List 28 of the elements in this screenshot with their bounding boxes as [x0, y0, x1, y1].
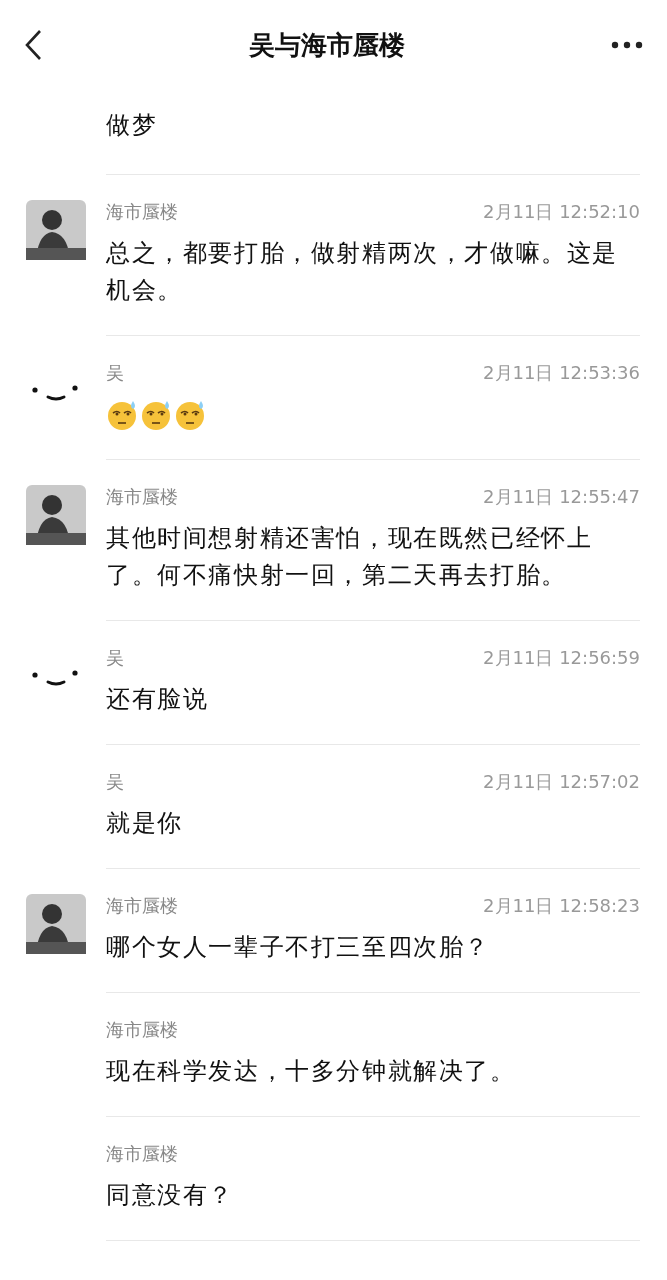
sender-name: 海市蜃楼: [106, 894, 178, 918]
message-text: 现在科学发达，十多分钟就解决了。: [106, 1056, 517, 1087]
message-text: 做梦: [106, 110, 159, 141]
message-text: 就是你: [106, 808, 184, 839]
message-time: 2月11日 12:52:10: [483, 200, 640, 224]
sender-name: 海市蜃楼: [106, 1142, 178, 1166]
message-text: 总之，都要打胎，做射精两次，才做嘛。这是机会。: [106, 238, 619, 306]
message-text: 同意没有？: [106, 1180, 235, 1211]
message-time: 2月11日 12:57:02: [483, 770, 640, 794]
message-time: 2月11日 12:58:23: [483, 894, 640, 918]
avatar-photo[interactable]: [26, 894, 86, 954]
sender-name: 吴: [106, 361, 124, 385]
avatar-photo[interactable]: [26, 485, 86, 545]
sender-name: 海市蜃楼: [106, 1018, 178, 1042]
more-icon[interactable]: [611, 41, 643, 49]
sender-name: 海市蜃楼: [106, 485, 178, 509]
sender-name: 吴: [106, 770, 124, 794]
sender-name: 吴: [106, 646, 124, 670]
sender-name: 海市蜃楼: [106, 200, 178, 224]
avatar-photo[interactable]: [26, 200, 86, 260]
message-text: 其他时间想射精还害怕，现在既然已经怀上了。何不痛快射一回，第二天再去打胎。: [106, 523, 594, 591]
message-time: 2月11日 12:53:36: [483, 361, 640, 385]
chat-title: 吴与海市蜃楼: [247, 28, 406, 62]
message-text: 还有脸说: [106, 684, 210, 715]
message-text: 哪个女人一辈子不打三至四次胎？: [106, 932, 491, 963]
back-icon[interactable]: [24, 29, 42, 61]
message-time: 2月11日 12:55:47: [483, 485, 640, 509]
message-time: 2月11日 12:56:59: [483, 646, 640, 670]
